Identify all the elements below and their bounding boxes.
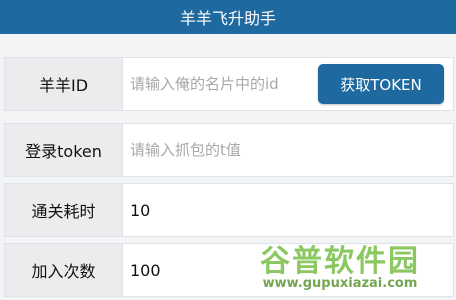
sheep-id-label: 羊羊ID — [5, 58, 123, 110]
clear-time-label: 通关耗时 — [5, 184, 123, 236]
clear-time-input[interactable]: 10 — [123, 184, 453, 236]
clear-time-row: 通关耗时 10 — [4, 183, 454, 237]
app-title: 羊羊飞升助手 — [179, 9, 276, 28]
clear-time-value: 10 — [130, 200, 151, 220]
login-token-input[interactable] — [123, 124, 453, 176]
join-count-label: 加入次数 — [5, 244, 123, 296]
join-count-input[interactable]: 100 — [123, 244, 453, 296]
join-count-row: 加入次数 100 — [4, 243, 454, 297]
login-token-row: 登录token — [4, 123, 454, 177]
login-token-label: 登录token — [5, 124, 123, 176]
app-title-bar: 羊羊飞升助手 — [0, 0, 456, 34]
get-token-button[interactable]: 获取TOKEN — [318, 64, 444, 104]
join-count-value: 100 — [130, 260, 161, 280]
sheep-id-row: 羊羊ID 获取TOKEN — [4, 57, 454, 111]
